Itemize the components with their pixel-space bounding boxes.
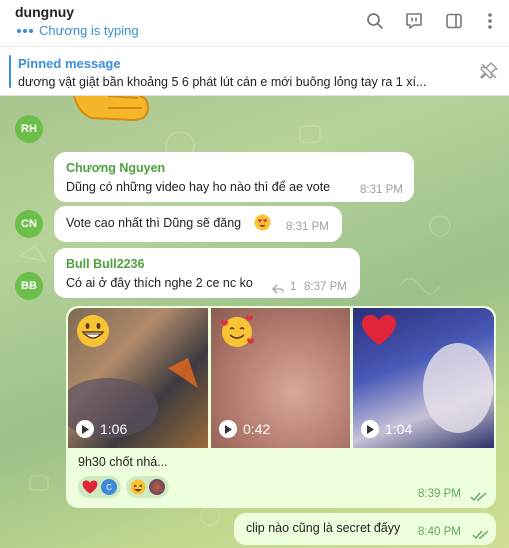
thumbs-up-sticker[interactable] [62, 96, 156, 141]
chat-header: dungnuy Chương is typing [0, 0, 509, 46]
typing-status: Chương is typing [17, 23, 139, 38]
message-time: 8:31 PM [286, 221, 329, 233]
video-album: 1:06 0:42 1:04 [68, 308, 494, 448]
video-thumbnail[interactable]: 1:04 [353, 308, 494, 448]
smiling-face-with-heart-eyes-icon [254, 214, 271, 236]
reactor-avatar [149, 479, 165, 495]
video-thumbnail[interactable]: 0:42 [211, 308, 350, 448]
sender-name[interactable]: Chương Nguyen [66, 161, 165, 175]
laughing-face-icon [130, 479, 146, 495]
message-bubble[interactable]: Chương Nguyen Dũng có những video hay ho… [54, 152, 414, 202]
message-time: 8:39 PM [418, 488, 461, 500]
play-icon[interactable] [219, 420, 237, 438]
reply-count[interactable]: 1 [290, 281, 296, 293]
pinned-accent-bar [9, 55, 11, 88]
typing-dots-icon [17, 28, 33, 33]
search-icon[interactable] [364, 10, 386, 32]
duration-text: 0:42 [243, 421, 271, 437]
message-text: clip nào cũng là secret đấyy [246, 521, 401, 535]
message-text: Dũng có những video hay ho nào thì để ae… [66, 180, 331, 194]
reaction-chip[interactable] [126, 476, 169, 498]
duration-text: 1:06 [100, 421, 128, 437]
message-time: 8:40 PM [418, 526, 461, 538]
unpin-icon[interactable] [479, 61, 499, 86]
pinned-message-bar[interactable]: Pinned message dương vật giật bần khoảng… [0, 46, 509, 96]
pinned-label: Pinned message [18, 56, 121, 71]
video-duration: 1:06 [76, 420, 127, 438]
live-chat-icon[interactable] [403, 10, 425, 32]
chat-title[interactable]: dungnuy [15, 4, 74, 20]
chat-area[interactable]: RH Chương Nguyen Dũng có những video hay… [0, 96, 509, 548]
typing-text: Chương is typing [39, 23, 139, 38]
avatar[interactable]: BB [15, 272, 43, 300]
avatar[interactable]: CN [15, 210, 43, 238]
video-duration: 0:42 [219, 420, 270, 438]
double-check-icon [472, 527, 490, 545]
smiling-face-with-hearts-icon [219, 314, 255, 353]
message-time: 8:31 PM [360, 184, 403, 196]
caption-text: 9h30 chốt nhá... [78, 455, 168, 469]
message-text: Có ai ở đây thích nghe 2 ce nc ko [66, 276, 253, 290]
reactor-avatar: C [101, 479, 117, 495]
avatar[interactable]: RH [15, 115, 43, 143]
duration-text: 1:04 [385, 421, 413, 437]
play-icon[interactable] [76, 420, 94, 438]
message-time: 8:37 PM [304, 281, 347, 293]
double-check-icon [470, 489, 488, 507]
video-duration: 1:04 [361, 420, 412, 438]
message-bubble[interactable]: Bull Bull2236 Có ai ở đây thích nghe 2 c… [54, 248, 360, 298]
message-text: Vote cao nhất thì Dũng sẽ đăng [66, 216, 242, 230]
video-thumbnail[interactable]: 1:06 [68, 308, 208, 448]
sidebar-toggle-icon[interactable] [443, 10, 465, 32]
sender-name[interactable]: Bull Bull2236 [66, 257, 145, 271]
message-bubble[interactable]: Vote cao nhất thì Dũng sẽ đăng 8:31 PM [54, 206, 342, 242]
play-icon[interactable] [361, 420, 379, 438]
red-heart-icon [82, 480, 98, 494]
grinning-face-icon [76, 314, 110, 353]
reaction-chip[interactable]: C [78, 476, 121, 498]
red-heart-icon [361, 314, 397, 351]
more-options-icon[interactable] [479, 10, 501, 32]
album-message-bubble[interactable]: 1:06 0:42 1:04 9h30 chốt nhá... C 8:39 P… [66, 306, 496, 508]
pinned-text: dương vật giật bần khoảng 5 6 phát lút c… [18, 75, 427, 89]
message-bubble[interactable]: clip nào cũng là secret đấyy 8:40 PM [234, 513, 496, 545]
reply-arrow-icon[interactable] [272, 281, 284, 299]
